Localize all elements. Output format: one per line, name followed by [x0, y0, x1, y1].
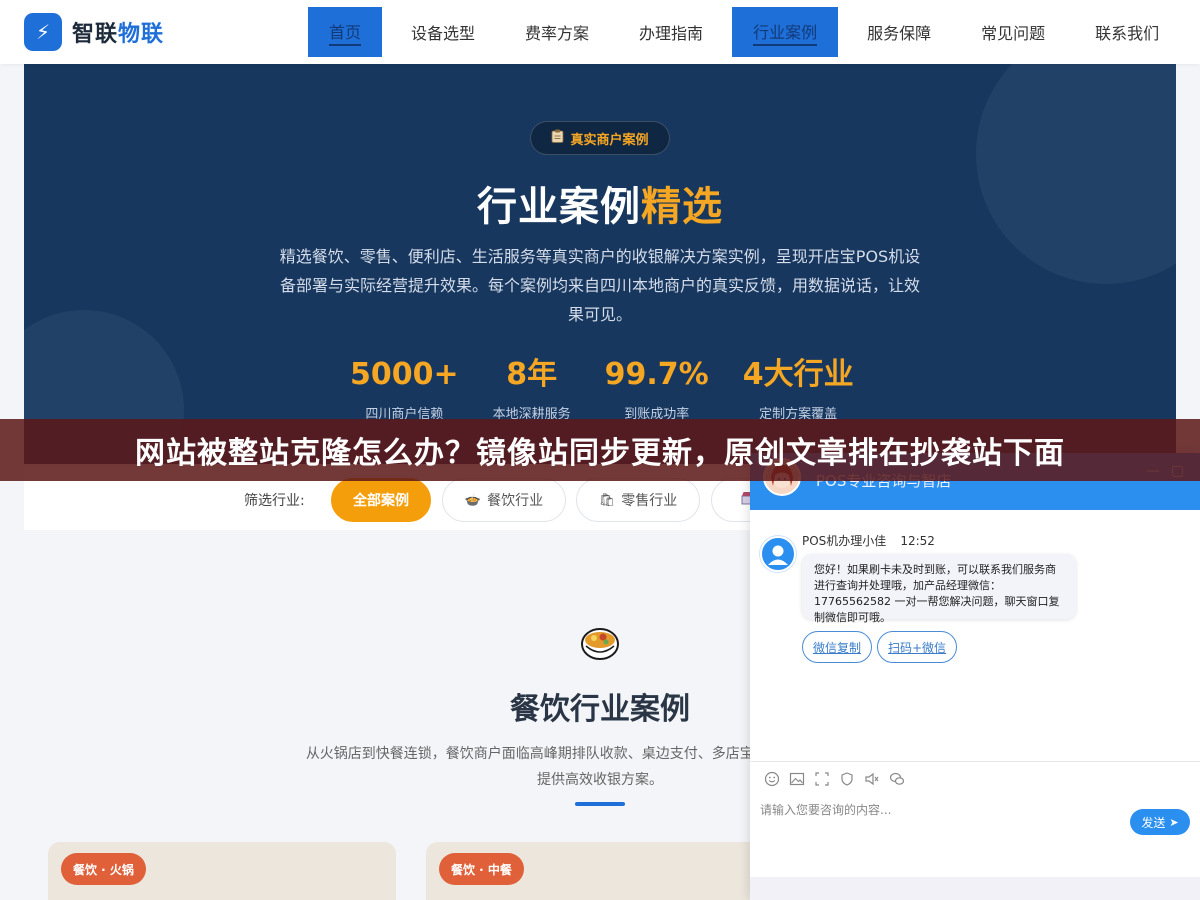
- message-bubble: 您好！如果刷卡未及时到账，可以联系我们服务商进行查询并处理哦，加产品经理微信：1…: [802, 554, 1076, 624]
- hero-badge-text: 真实商户案例: [570, 132, 649, 148]
- message-meta: POS机办理小佳 12:52: [802, 532, 935, 549]
- chat-input[interactable]: 请输入您要咨询的内容...: [760, 801, 891, 818]
- case-card[interactable]: 餐饮 · 火锅: [48, 842, 396, 900]
- main-nav: 首页 设备选型 费率方案 办理指南 行业案例 服务保障 常见问题 联系我们: [308, 7, 1188, 57]
- case-card[interactable]: 餐饮 · 中餐: [426, 842, 774, 900]
- hero-description: 精选餐饮、零售、便利店、生活服务等真实商户的收银解决方案实例，呈现开店宝POS机…: [279, 247, 921, 324]
- logo-text: 智联物联: [72, 22, 165, 47]
- message-time: 12:52: [900, 534, 935, 548]
- wechat-icon[interactable]: [885, 767, 909, 791]
- nav-contact[interactable]: 联系我们: [1074, 7, 1180, 57]
- screenshot-icon[interactable]: [810, 767, 834, 791]
- lightning-icon: ⚡: [24, 13, 62, 51]
- shopping-bag-icon: 🛍: [598, 492, 616, 508]
- stat-value: 8年: [506, 357, 558, 392]
- stat-merchants: 5000+ 四川商户信赖: [350, 357, 459, 422]
- stat-value: 99.7%: [604, 357, 709, 392]
- voice-icon[interactable]: [860, 767, 884, 791]
- site-logo[interactable]: ⚡ 智联物联: [24, 13, 164, 51]
- hero-title: 行业案例精选: [477, 184, 723, 230]
- filter-label: 筛选行业:: [244, 493, 305, 509]
- hotpot-icon: 🍲: [464, 492, 482, 508]
- stat-value: 5000+: [350, 357, 459, 392]
- stat-years: 8年 本地深耕服务: [493, 357, 571, 422]
- overlay-banner: 网站被整站克隆怎么办？镜像站同步更新，原创文章排在抄袭站下面: [0, 419, 1200, 481]
- nav-guide[interactable]: 办理指南: [618, 7, 724, 57]
- chat-toolbar: [750, 761, 1200, 796]
- nav-industry-cases[interactable]: 行业案例: [732, 7, 839, 57]
- chat-widget: POS专业咨询与智店 — ▢ POS机办理小佳12:52 您好！如果刷卡未及时到…: [750, 453, 1200, 900]
- hero-badge: 真实商户案例: [530, 121, 670, 155]
- copy-wechat-button[interactable]: 微信复制: [802, 631, 873, 663]
- agent-avatar: [760, 536, 796, 572]
- stat-success-rate: 99.7% 到账成功率: [605, 357, 709, 422]
- hero-stats: 5000+ 四川商户信赖 8年 本地深耕服务 99.7% 到账成功率 4大行业 …: [350, 357, 888, 422]
- send-button[interactable]: 发送 ➤: [1130, 809, 1190, 835]
- hotpot-icon: [580, 622, 620, 662]
- title-underline: [575, 802, 625, 806]
- filter-retail[interactable]: 🛍 零售行业: [576, 478, 700, 522]
- hero-section: 真实商户案例 行业案例精选 精选餐饮、零售、便利店、生活服务等真实商户的收银解决…: [24, 64, 1176, 464]
- nav-faq[interactable]: 常见问题: [960, 7, 1066, 57]
- nav-home[interactable]: 首页: [308, 7, 383, 57]
- scan-wechat-button[interactable]: 扫码+微信: [877, 631, 958, 663]
- nav-device-selection[interactable]: 设备选型: [390, 7, 496, 57]
- clipboard-icon: [551, 129, 564, 147]
- stat-industries: 4大行业 定制方案覆盖: [743, 357, 854, 422]
- case-tag: 餐饮 · 火锅: [61, 853, 146, 885]
- banner-text: 网站被整站克隆怎么办？镜像站同步更新，原创文章排在抄袭站下面: [135, 436, 1065, 471]
- agent-name: POS机办理小佳: [802, 534, 887, 548]
- rating-icon[interactable]: [835, 767, 859, 791]
- chat-footer: [750, 877, 1200, 900]
- filter-catering[interactable]: 🍲 餐饮行业: [442, 478, 566, 522]
- image-icon[interactable]: [785, 767, 809, 791]
- stat-value: 4大行业: [742, 357, 854, 392]
- filter-all[interactable]: 全部案例: [331, 478, 431, 522]
- nav-rate-plans[interactable]: 费率方案: [504, 7, 610, 57]
- top-header: ⚡ 智联物联 首页 设备选型 费率方案 办理指南 行业案例 服务保障 常见问题 …: [0, 0, 1200, 64]
- emoji-icon[interactable]: [760, 767, 784, 791]
- case-tag: 餐饮 · 中餐: [439, 853, 524, 885]
- send-arrow-icon: ➤: [1169, 815, 1179, 829]
- nav-service[interactable]: 服务保障: [846, 7, 952, 57]
